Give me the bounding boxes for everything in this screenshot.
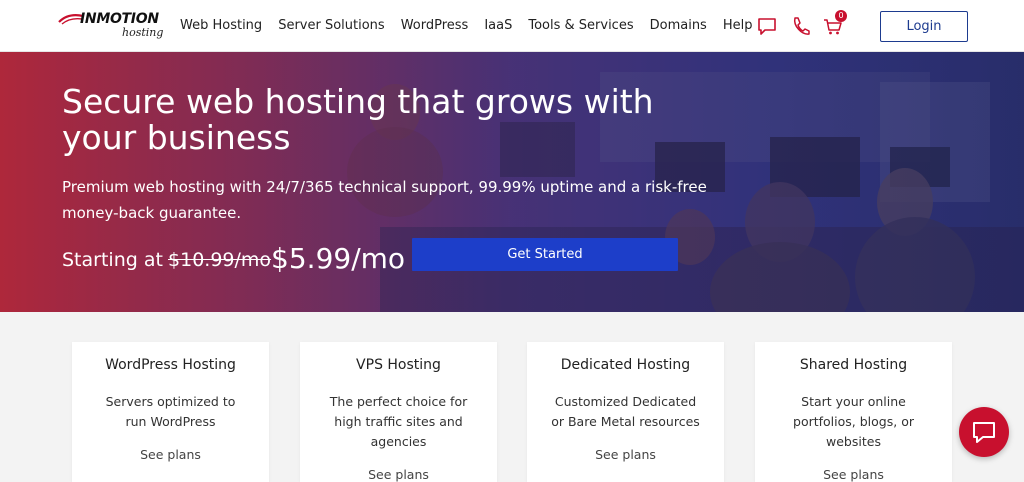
card-title: VPS Hosting bbox=[356, 357, 441, 373]
site-header: INMOTION hosting Web Hosting Server Solu… bbox=[0, 0, 1024, 52]
nav-iaas[interactable]: IaaS bbox=[484, 18, 512, 33]
nav-web-hosting[interactable]: Web Hosting bbox=[180, 18, 262, 33]
price-label: Starting at bbox=[62, 249, 163, 271]
card-description: Start your online portfolios, blogs, or … bbox=[793, 394, 914, 449]
card-vps-hosting[interactable]: VPS Hosting The perfect choice for high … bbox=[300, 342, 497, 482]
cart-count-badge: 0 bbox=[835, 10, 847, 22]
hero-title: Secure web hosting that grows with your … bbox=[62, 82, 654, 157]
nav-tools-services[interactable]: Tools & Services bbox=[528, 18, 633, 33]
login-button[interactable]: Login bbox=[880, 11, 968, 42]
logo-wordmark: INMOTION bbox=[80, 11, 159, 27]
main-nav: Web Hosting Server Solutions WordPress I… bbox=[180, 18, 768, 33]
price-old: $10.99/mo bbox=[168, 249, 272, 271]
hosting-cards: WordPress Hosting Servers optimized to r… bbox=[0, 312, 1024, 482]
nav-wordpress[interactable]: WordPress bbox=[401, 18, 469, 33]
get-started-button[interactable]: Get Started bbox=[412, 238, 678, 271]
card-shared-hosting[interactable]: Shared Hosting Start your online portfol… bbox=[755, 342, 952, 482]
card-wordpress-hosting[interactable]: WordPress Hosting Servers optimized to r… bbox=[72, 342, 269, 482]
cart-icon[interactable]: 0 bbox=[822, 10, 847, 37]
chat-icon[interactable] bbox=[756, 15, 778, 37]
card-link[interactable]: See plans bbox=[527, 447, 724, 462]
card-description: The perfect choice for high traffic site… bbox=[329, 394, 468, 449]
card-description: Customized Dedicated or Bare Metal resou… bbox=[551, 394, 700, 429]
phone-icon[interactable] bbox=[790, 15, 812, 37]
nav-server-solutions[interactable]: Server Solutions bbox=[278, 18, 385, 33]
card-title: Shared Hosting bbox=[799, 357, 908, 373]
live-chat-button[interactable] bbox=[959, 407, 1009, 457]
card-title: Dedicated Hosting bbox=[560, 357, 691, 373]
inmotion-logo[interactable]: INMOTION hosting bbox=[58, 11, 168, 41]
nav-domains[interactable]: Domains bbox=[650, 18, 707, 33]
card-link[interactable]: See plans bbox=[72, 447, 269, 462]
hero-subtitle: Premium web hosting with 24/7/365 techni… bbox=[62, 178, 707, 222]
live-chat-icon bbox=[973, 422, 995, 443]
hero-banner: Secure web hosting that grows with your … bbox=[0, 52, 1024, 312]
card-description: Servers optimized to run WordPress bbox=[105, 394, 236, 429]
price-new: $5.99/mo bbox=[271, 242, 406, 275]
card-title: WordPress Hosting bbox=[105, 357, 236, 373]
nav-help[interactable]: Help bbox=[723, 18, 753, 33]
card-dedicated-hosting[interactable]: Dedicated Hosting Customized Dedicated o… bbox=[527, 342, 724, 482]
logo-subtext: hosting bbox=[122, 26, 164, 39]
price-row: Starting at $10.99/mo$5.99/mo bbox=[62, 240, 406, 275]
